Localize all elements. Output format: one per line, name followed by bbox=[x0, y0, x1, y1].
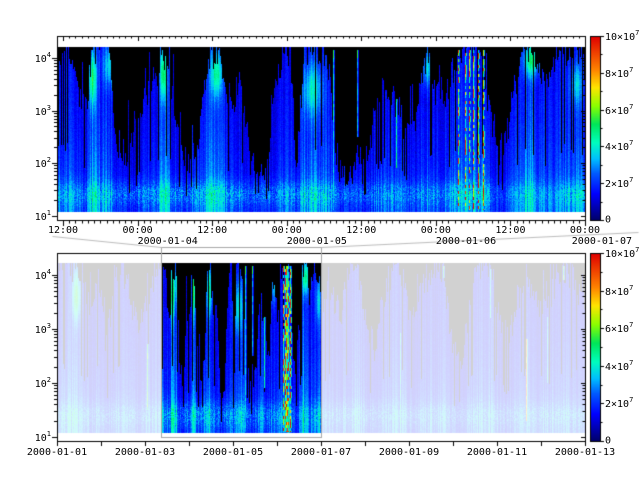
date-label-top: 2000-01-05 bbox=[287, 236, 347, 247]
date-label-bottom: 2000-01-13 bbox=[555, 447, 615, 458]
x-tick-label-top: 12:00 bbox=[346, 225, 376, 236]
colorbar-tick-label-bottom: 8×107 bbox=[605, 283, 633, 297]
x-tick-label-top: 00:00 bbox=[570, 225, 600, 236]
colorbar-tick-label-bottom: 4×107 bbox=[605, 359, 633, 373]
y-tick-label-top: 101 bbox=[17, 208, 51, 222]
selection-window[interactable] bbox=[161, 247, 321, 437]
colorbar-tick-label-bottom: 6×107 bbox=[605, 321, 633, 335]
colorbar-tick-label-top: 6×107 bbox=[605, 102, 633, 116]
date-label-bottom: 2000-01-07 bbox=[291, 447, 351, 458]
y-tick-label-bottom: 102 bbox=[17, 376, 51, 390]
bottom-plot-area[interactable] bbox=[57, 253, 585, 441]
y-tick-label-top: 104 bbox=[17, 51, 51, 65]
colorbar-tick-label-top: 10×107 bbox=[605, 29, 639, 43]
colorbar-tick-label-bottom: 0 bbox=[605, 436, 611, 447]
colorbar-tick-label-top: 4×107 bbox=[605, 139, 633, 153]
x-tick-label-top: 00:00 bbox=[272, 225, 302, 236]
x-tick-label-top: 12:00 bbox=[495, 225, 525, 236]
x-tick-label-top: 12:00 bbox=[48, 225, 78, 236]
y-tick-label-top: 103 bbox=[17, 103, 51, 117]
x-tick-label-top: 00:00 bbox=[421, 225, 451, 236]
x-tick-label-top: 12:00 bbox=[197, 225, 227, 236]
date-label-bottom: 2000-01-11 bbox=[467, 447, 527, 458]
x-tick-label-top: 00:00 bbox=[123, 225, 153, 236]
date-label-top: 2000-01-06 bbox=[436, 236, 496, 247]
colorbar-tick-label-top: 0 bbox=[605, 215, 611, 226]
spectrogram-figure: 12:00 00:00 12:00 00:00 12:00 00:00 12:00 00:00… bbox=[0, 0, 640, 480]
date-label-top: 2000-01-04 bbox=[138, 236, 198, 247]
y-tick-label-bottom: 103 bbox=[17, 322, 51, 336]
y-tick-label-top: 102 bbox=[17, 156, 51, 170]
colorbar-tick-label-top: 8×107 bbox=[605, 66, 633, 80]
colorbar-tick-label-bottom: 2×107 bbox=[605, 396, 633, 410]
y-tick-label-bottom: 101 bbox=[17, 430, 51, 444]
date-label-bottom: 2000-01-01 bbox=[27, 447, 87, 458]
colorbar-bottom bbox=[590, 253, 600, 441]
top-plot-area[interactable] bbox=[57, 36, 585, 220]
date-label-bottom: 2000-01-03 bbox=[115, 447, 175, 458]
colorbar-tick-label-bottom: 10×107 bbox=[605, 246, 639, 260]
colorbar-tick-label-top: 2×107 bbox=[605, 176, 633, 190]
date-label-bottom: 2000-01-05 bbox=[203, 447, 263, 458]
colorbar-top bbox=[590, 36, 600, 220]
date-label-bottom: 2000-01-09 bbox=[379, 447, 439, 458]
y-tick-label-bottom: 104 bbox=[17, 268, 51, 282]
